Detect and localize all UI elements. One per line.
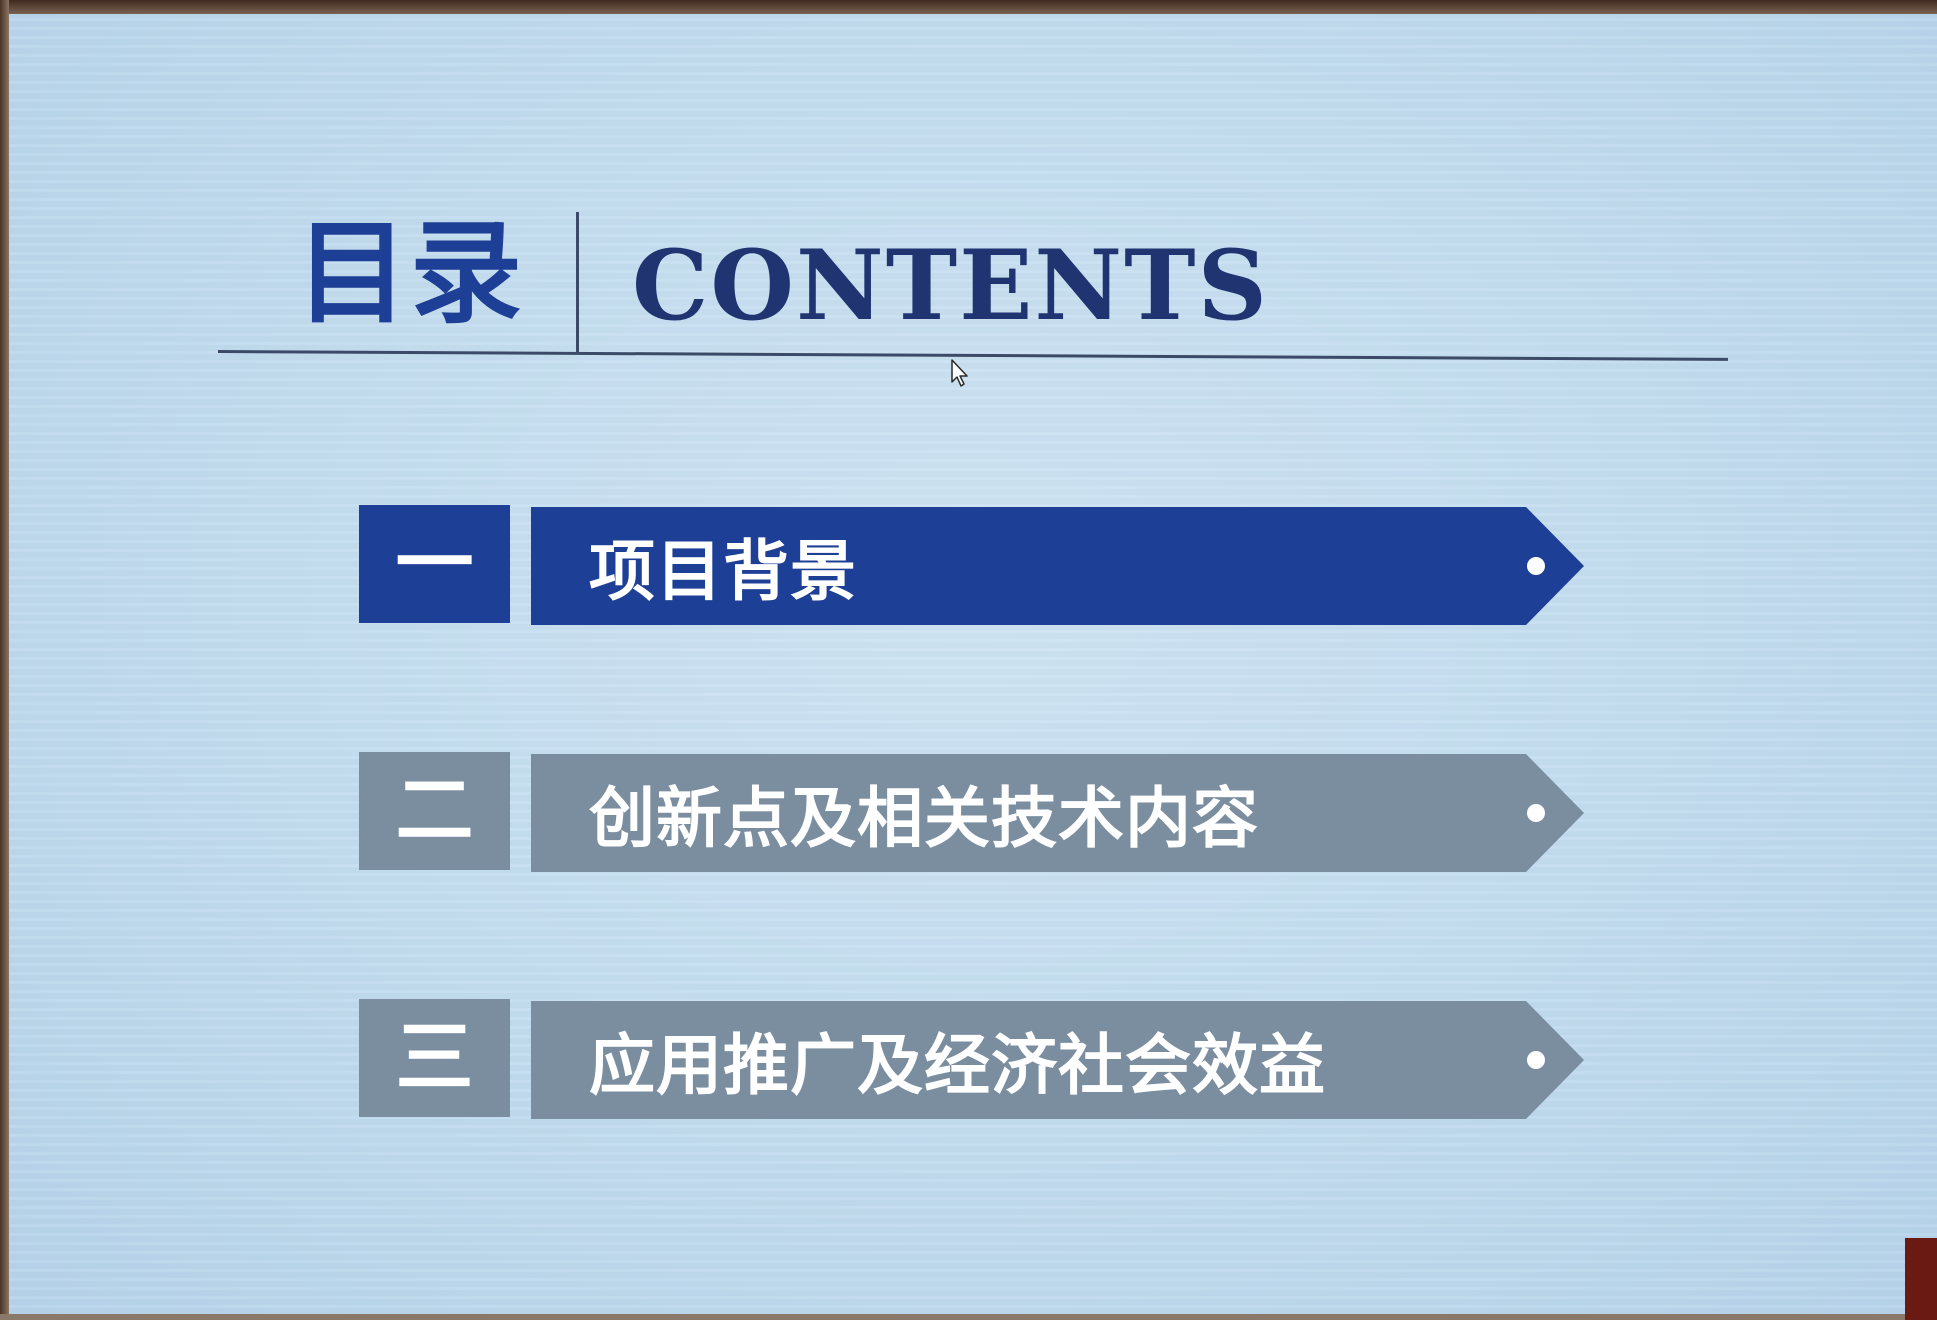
item-label: 项目背景 [589,533,857,610]
slide-title-english: CONTENTS [632,229,1269,342]
item-label: 创新点及相关技术内容 [589,780,1259,857]
contents-item-3[interactable]: 三 应用推广及经济社会效益 [359,999,1599,1119]
item-number-badge: 三 [359,999,510,1117]
slide-title-chinese: 目录 [296,209,524,339]
item-arrow-bar[interactable]: 项目背景 [531,507,1591,625]
presentation-slide: 目录 CONTENTS 一 项目背景 二 创新点及相关技术内容 三 应用推广及经… [0,0,1937,1320]
screen-bezel-top [0,0,1937,14]
screen-bezel-bottom [0,1314,1937,1320]
item-number-badge: 二 [359,752,510,870]
title-underline [217,350,1728,361]
screen-bezel-corner [1905,1238,1937,1320]
item-arrow-bar[interactable]: 创新点及相关技术内容 [531,754,1591,872]
item-number-badge: 一 [359,505,510,623]
contents-item-1[interactable]: 一 项目背景 [359,505,1599,625]
screen-bezel-left [0,0,9,1320]
item-arrow-bar[interactable]: 应用推广及经济社会效益 [531,1001,1591,1119]
contents-item-2[interactable]: 二 创新点及相关技术内容 [359,752,1599,872]
item-label: 应用推广及经济社会效益 [589,1027,1326,1104]
title-divider [576,212,579,354]
mouse-cursor-icon [951,359,968,387]
